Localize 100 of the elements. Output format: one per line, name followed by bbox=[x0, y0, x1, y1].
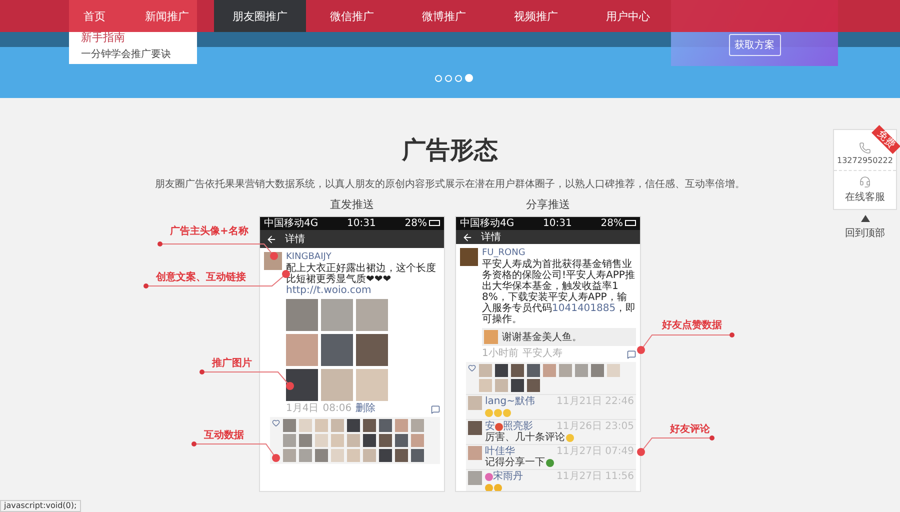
friend-avatar bbox=[363, 449, 376, 462]
post-link[interactable]: http://t.woio.com bbox=[286, 285, 372, 296]
phone-icon bbox=[859, 142, 871, 154]
up-triangle-icon[interactable] bbox=[860, 215, 870, 222]
friend-avatar bbox=[331, 419, 344, 432]
photo-placeholder bbox=[286, 299, 318, 331]
friend-avatar bbox=[411, 419, 424, 432]
friend-avatar bbox=[543, 364, 556, 377]
carousel-dot[interactable] bbox=[455, 74, 462, 82]
callout-label: 互动数据 bbox=[204, 428, 244, 442]
callout-label: 好友点赞数据 bbox=[662, 318, 722, 332]
carousel-dot[interactable] bbox=[435, 74, 442, 82]
share-card[interactable]: 谢谢基金美人鱼。 bbox=[482, 328, 636, 346]
phone-number[interactable]: 13272950222 bbox=[837, 156, 893, 165]
photo-placeholder bbox=[356, 334, 388, 366]
friend-avatar bbox=[411, 434, 424, 447]
photo-placeholder bbox=[321, 299, 353, 331]
commenter-name: 宋雨丹 bbox=[485, 471, 523, 482]
get-plan-button[interactable]: 获取方案 bbox=[728, 34, 780, 56]
heart-icon bbox=[468, 364, 476, 372]
friend-avatar bbox=[591, 364, 604, 377]
photo-placeholder bbox=[356, 299, 388, 331]
guide-title: 新手指南 bbox=[81, 30, 126, 45]
friend-avatar bbox=[527, 379, 540, 392]
phone-caption: 分享推送 bbox=[525, 198, 571, 212]
share-title: 谢谢基金美人鱼。 bbox=[502, 330, 582, 344]
friend-avatar bbox=[299, 449, 312, 462]
nav-item[interactable]: 用户中心 bbox=[582, 0, 674, 32]
friend-avatar bbox=[379, 449, 392, 462]
photo-placeholder bbox=[356, 369, 388, 401]
callout-label: 推广图片 bbox=[212, 356, 252, 370]
comment-time: 11月27日 07:49 bbox=[556, 446, 634, 457]
callout-label: 创意文案、互动链接 bbox=[156, 270, 246, 284]
online-service-link[interactable]: 在线客服 bbox=[845, 190, 885, 204]
back-to-top-link[interactable]: 回到顶部 bbox=[845, 226, 885, 240]
carrier-label: 中国移动4G bbox=[264, 217, 318, 230]
heart-icon bbox=[272, 419, 280, 427]
author-name: KINGBAIJY bbox=[286, 252, 332, 262]
friend-avatar bbox=[315, 434, 328, 447]
section-title: 广告形态 bbox=[402, 136, 498, 164]
battery-icon bbox=[429, 220, 440, 226]
callout-label: 广告主头像+名称 bbox=[170, 224, 248, 238]
back-icon[interactable] bbox=[462, 232, 473, 242]
delete-link[interactable]: 删除 bbox=[356, 403, 376, 415]
back-icon[interactable] bbox=[266, 234, 277, 244]
nav-item[interactable]: 朋友圈推广 bbox=[214, 0, 306, 32]
friend-avatar bbox=[395, 434, 408, 447]
status-url: javascript:void(0); bbox=[0, 500, 81, 512]
comment-icon[interactable] bbox=[627, 350, 636, 358]
friend-avatar bbox=[511, 379, 524, 392]
author-name: FU_RONG bbox=[482, 248, 526, 258]
friend-avatar bbox=[575, 364, 588, 377]
friend-avatar bbox=[315, 419, 328, 432]
author-avatar bbox=[460, 248, 478, 266]
friend-avatar bbox=[395, 419, 408, 432]
header-title: 详情 bbox=[481, 230, 501, 244]
nav-item[interactable]: 视频推广 bbox=[490, 0, 582, 32]
commenter-name: lang~默伟 bbox=[485, 396, 535, 407]
photo-placeholder bbox=[286, 369, 318, 401]
phone-caption: 直发推送 bbox=[329, 198, 375, 212]
callout-label: 好友评论 bbox=[670, 422, 710, 436]
meta-text: 1月4日 bbox=[286, 403, 319, 415]
friend-avatar bbox=[411, 449, 424, 462]
carrier-label: 中国移动4G bbox=[460, 217, 514, 230]
friend-avatar bbox=[479, 379, 492, 392]
friend-avatar bbox=[299, 419, 312, 432]
meta-text: 1小时前 bbox=[482, 348, 518, 360]
comment-icon[interactable] bbox=[431, 404, 440, 414]
commenter-avatar bbox=[468, 421, 482, 435]
nav-item[interactable]: 微信推广 bbox=[306, 0, 398, 32]
meta-text: 平安人寿 bbox=[522, 348, 562, 360]
commenter-name: 叶佳华 bbox=[485, 446, 515, 457]
carousel-dot[interactable] bbox=[465, 74, 473, 82]
friend-avatar bbox=[331, 449, 344, 462]
friend-avatar bbox=[347, 419, 360, 432]
friend-avatar bbox=[331, 434, 344, 447]
friend-avatar bbox=[283, 449, 296, 462]
comment-time: 11月26日 23:05 bbox=[556, 421, 634, 432]
friend-avatar bbox=[347, 449, 360, 462]
friend-avatar bbox=[527, 364, 540, 377]
friend-avatar bbox=[299, 434, 312, 447]
friend-avatar bbox=[363, 434, 376, 447]
carousel-dot[interactable] bbox=[445, 74, 452, 82]
section-description: 朋友圈广告依托果果营销大数据系统，以真人朋友的原创内容形式展示在潜在用户群体圈子，以熟人口碑推荐，信任感、互动率倍增。 bbox=[155, 178, 745, 192]
comment-time: 11月27日 11:56 bbox=[556, 471, 634, 482]
friend-avatar bbox=[495, 364, 508, 377]
friend-avatar bbox=[559, 364, 572, 377]
nav-item[interactable]: 微博推广 bbox=[398, 0, 490, 32]
headset-icon bbox=[859, 176, 871, 188]
thumbnail-placeholder bbox=[484, 330, 498, 344]
nav-item[interactable]: 新闻推广 bbox=[120, 0, 214, 32]
friend-avatar bbox=[379, 419, 392, 432]
comment-text: 记得分享一下 bbox=[485, 457, 545, 468]
commenter-avatar bbox=[468, 446, 482, 460]
friend-avatar bbox=[511, 364, 524, 377]
comment-time: 11月21日 22:46 bbox=[556, 396, 634, 407]
clock-label: 10:31 bbox=[543, 217, 572, 230]
nav-item[interactable]: 首页 bbox=[69, 0, 120, 32]
friend-avatar bbox=[379, 434, 392, 447]
friend-avatar bbox=[315, 449, 328, 462]
